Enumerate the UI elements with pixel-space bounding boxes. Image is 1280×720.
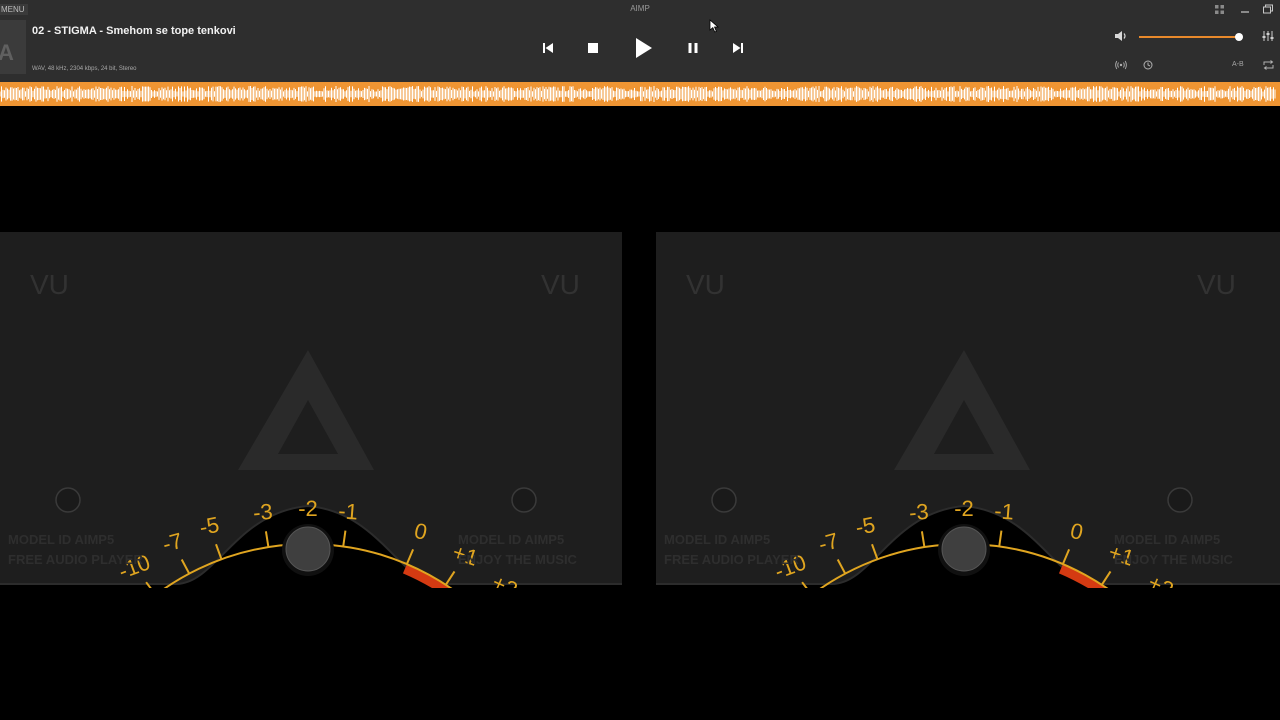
vu-meter-right: -20-10-7-5-3-2-10+1+2+3VUVUMODEL ID AIMP… <box>656 232 1280 588</box>
screw <box>1167 487 1193 513</box>
mouse-cursor-icon <box>709 19 719 33</box>
needle-pivot <box>941 526 987 572</box>
next-icon <box>733 43 743 53</box>
broadcast-icon[interactable] <box>1115 60 1127 70</box>
scale-tick <box>920 531 926 548</box>
vu-corner-label: VU <box>1197 269 1236 300</box>
waveform-seekbar[interactable] <box>0 82 1280 106</box>
brand-text: MODEL ID AIMP5 <box>8 532 114 547</box>
scale-label: -3 <box>252 499 274 526</box>
stop-button[interactable] <box>581 36 605 60</box>
scale-label: -1 <box>993 498 1014 524</box>
vu-corner-label: VU <box>686 269 725 300</box>
volume-icon[interactable] <box>1114 30 1128 42</box>
track-format-info: WAV, 48 kHz, 2304 kbps, 24 bit, Stereo <box>32 66 137 72</box>
scale-tick <box>264 531 270 548</box>
equalizer-icon[interactable] <box>1262 30 1274 42</box>
screw <box>711 487 737 513</box>
player-header: MENU AIMP A 02 - STIGMA - Smehom se tope… <box>0 0 1280 82</box>
pause-button[interactable] <box>681 36 705 60</box>
waveform <box>0 86 1276 102</box>
brand-text: FREE AUDIO PLAYER <box>8 552 143 567</box>
vu-corner-label: VU <box>30 269 69 300</box>
volume-slider[interactable] <box>1139 33 1243 41</box>
scale-label: -2 <box>298 496 318 521</box>
scale-tick <box>342 530 347 547</box>
previous-icon <box>543 43 553 53</box>
scale-label: -3 <box>908 499 930 526</box>
album-art[interactable]: A <box>0 20 26 74</box>
album-art-logo: A <box>0 40 14 65</box>
waveform-path <box>0 86 1276 102</box>
volume-thumb[interactable] <box>1234 33 1243 41</box>
scale-label: -2 <box>954 496 974 521</box>
vu-corner-label: VU <box>541 269 580 300</box>
clock-icon[interactable] <box>1143 60 1153 70</box>
vu-meter-svg: -20-10-7-5-3-2-10+1+2+3VUVUMODEL ID AIMP… <box>656 232 1280 588</box>
scale-label: -1 <box>337 498 358 524</box>
brand-text: MODEL ID AIMP5 <box>1114 532 1220 547</box>
vu-meter-left: -20-10-7-5-3-2-10+1+2+3VUVUMODEL ID AIMP… <box>0 232 622 588</box>
brand-text: FREE AUDIO PLAYER <box>664 552 799 567</box>
previous-button[interactable] <box>536 36 560 60</box>
track-title: 02 - STIGMA - Smehom se tope tenkovi <box>32 25 236 37</box>
ab-repeat-button[interactable]: A-B <box>1232 61 1244 68</box>
needle-pivot <box>285 526 331 572</box>
volume-fill <box>1139 36 1239 38</box>
screw <box>55 487 81 513</box>
brand-text: MODEL ID AIMP5 <box>458 532 564 547</box>
next-button[interactable] <box>726 36 750 60</box>
restore-icon[interactable] <box>1262 4 1274 14</box>
app-title: AIMP <box>630 4 650 13</box>
grid-icon[interactable] <box>1215 5 1224 14</box>
brand-text: ENJOY THE MUSIC <box>1114 552 1234 567</box>
screw <box>511 487 537 513</box>
pause-icon <box>688 43 698 53</box>
play-icon <box>636 38 652 58</box>
play-button[interactable] <box>631 34 657 62</box>
minimize-icon[interactable] <box>1239 5 1251 14</box>
stop-icon <box>588 43 598 53</box>
repeat-icon[interactable] <box>1263 60 1274 70</box>
vu-meter-svg: -20-10-7-5-3-2-10+1+2+3VUVUMODEL ID AIMP… <box>0 232 622 588</box>
brand-text: MODEL ID AIMP5 <box>664 532 770 547</box>
scale-tick <box>998 530 1003 547</box>
brand-text: ENJOY THE MUSIC <box>458 552 578 567</box>
